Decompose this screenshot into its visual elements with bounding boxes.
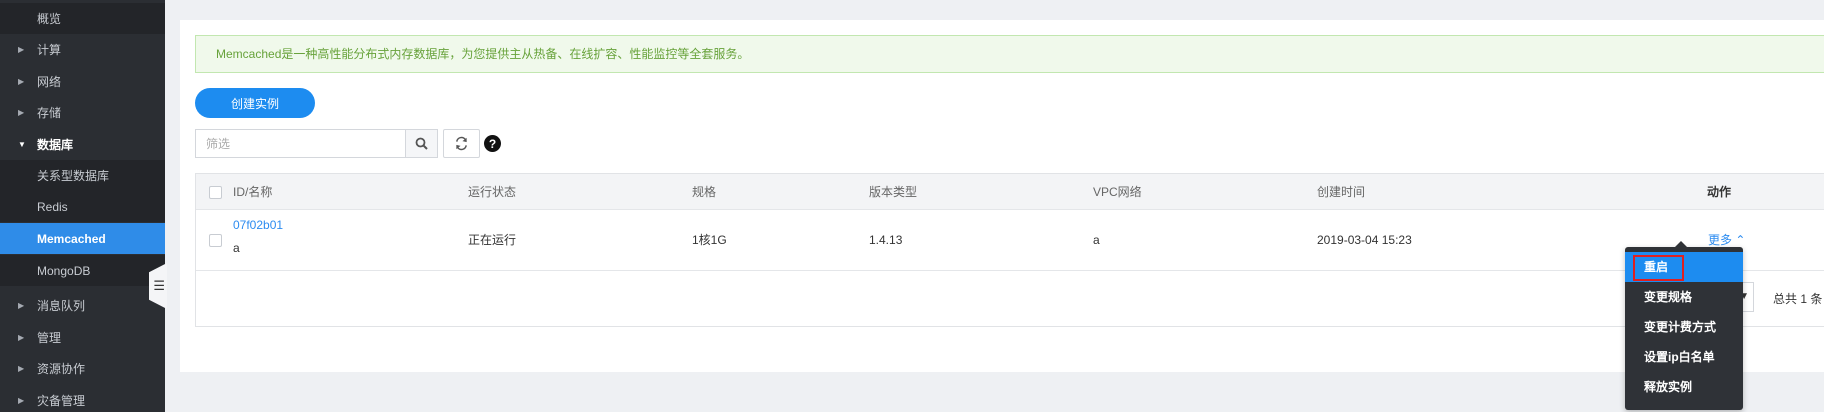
help-icon[interactable]: ? [484,135,501,152]
caret-right-icon: ▶ [18,301,25,310]
sidebar-item-label: 网络 [37,75,62,89]
caret-right-icon: ▶ [18,45,25,54]
sidebar-item-label: 存储 [37,106,62,120]
sidebar-item-memcached[interactable]: Memcached [0,223,165,254]
refresh-icon [456,136,467,151]
row-checkbox[interactable] [209,234,222,247]
sidebar-item-label: 资源协作 [37,362,86,376]
menu-item-change-billing[interactable]: 变更计费方式 [1625,312,1743,342]
table-header: ID/名称 运行状态 规格 版本类型 VPC网络 创建时间 动作 [196,174,1824,210]
sidebar-item-collab[interactable]: ▶ 资源协作 [0,353,165,384]
sidebar-item-compute[interactable]: ▶ 计算 [0,34,165,65]
header-version: 版本类型 [869,185,918,199]
menu-item-restart[interactable]: 重启 [1625,252,1743,282]
highlight-box [1633,255,1684,281]
instance-id-link[interactable]: 07f02b01 [233,218,283,232]
instance-table: ID/名称 运行状态 规格 版本类型 VPC网络 创建时间 动作 07f02b0… [195,173,1824,327]
sidebar-item-manage[interactable]: ▶ 管理 [0,322,165,353]
sidebar-item-label: 消息队列 [37,299,86,313]
header-spec: 规格 [692,185,717,199]
sidebar-item-redis[interactable]: Redis [0,191,165,222]
search-icon [415,137,428,150]
sidebar-item-label: 关系型数据库 [37,169,110,183]
menu-item-release[interactable]: 释放实例 [1625,372,1743,402]
caret-right-icon: ▶ [18,396,25,405]
caret-right-icon: ▶ [18,77,25,86]
sidebar-item-label: 灾备管理 [37,394,86,408]
instance-status: 正在运行 [468,233,517,247]
more-actions-menu: 重启 变更规格 变更计费方式 设置ip白名单 释放实例 [1625,241,1743,410]
sidebar-item-label: MongoDB [37,263,91,278]
total-count: 总共 1 条 [1773,292,1823,306]
select-all-checkbox[interactable] [209,186,222,199]
header-vpc: VPC网络 [1093,185,1142,199]
search-button[interactable] [405,129,438,158]
sidebar-item-label: 管理 [37,331,62,345]
header-created: 创建时间 [1317,185,1366,199]
instance-version: 1.4.13 [869,233,903,247]
header-status: 运行状态 [468,185,517,199]
sidebar-item-label: Redis [37,199,68,214]
sidebar-item-label: Memcached [37,231,106,246]
instance-created: 2019-03-04 15:23 [1317,233,1412,247]
caret-right-icon: ▶ [18,333,25,342]
menu-item-ip-whitelist[interactable]: 设置ip白名单 [1625,342,1743,372]
sidebar-item-dr[interactable]: ▶ 灾备管理 [0,385,165,412]
header-id: ID/名称 [233,185,273,199]
info-notice: Memcached是一种高性能分布式内存数据库，为您提供主从热备、在线扩容、性能… [195,35,1824,73]
sidebar-item-network[interactable]: ▶ 网络 [0,66,165,97]
sidebar-item-rdb[interactable]: 关系型数据库 [0,160,165,191]
caret-right-icon: ▶ [18,364,25,373]
table-row: 07f02b01 a 正在运行 1核1G 1.4.13 a 2019-03-04… [196,210,1824,271]
sidebar-item-mq[interactable]: ▶ 消息队列 [0,290,165,321]
sidebar-item-mongodb[interactable]: MongoDB [0,255,165,286]
sidebar-item-overview[interactable]: 概览 [0,3,165,34]
caret-down-icon: ▼ [18,140,26,149]
refresh-button[interactable] [443,129,480,158]
instance-spec: 1核1G [692,233,727,247]
sidebar-item-label: 概览 [37,12,62,26]
menu-item-change-spec[interactable]: 变更规格 [1625,282,1743,312]
header-action: 动作 [1707,185,1732,199]
sidebar-item-label: 计算 [37,43,62,57]
sidebar: 概览 ▶ 计算 ▶ 网络 ▶ 存储 ▼ 数据库 关系型数据库 Redis Mem… [0,0,165,412]
sidebar-item-label: 数据库 [37,138,74,152]
collapse-menu-icon: ☰ [153,278,165,293]
caret-right-icon: ▶ [18,108,25,117]
sidebar-item-storage[interactable]: ▶ 存储 [0,97,165,128]
filter-input[interactable] [195,129,406,158]
sidebar-item-database[interactable]: ▼ 数据库 [0,129,165,160]
instance-vpc: a [1093,233,1100,247]
create-instance-button[interactable]: 创建实例 [195,88,315,118]
instance-name: a [233,241,240,255]
